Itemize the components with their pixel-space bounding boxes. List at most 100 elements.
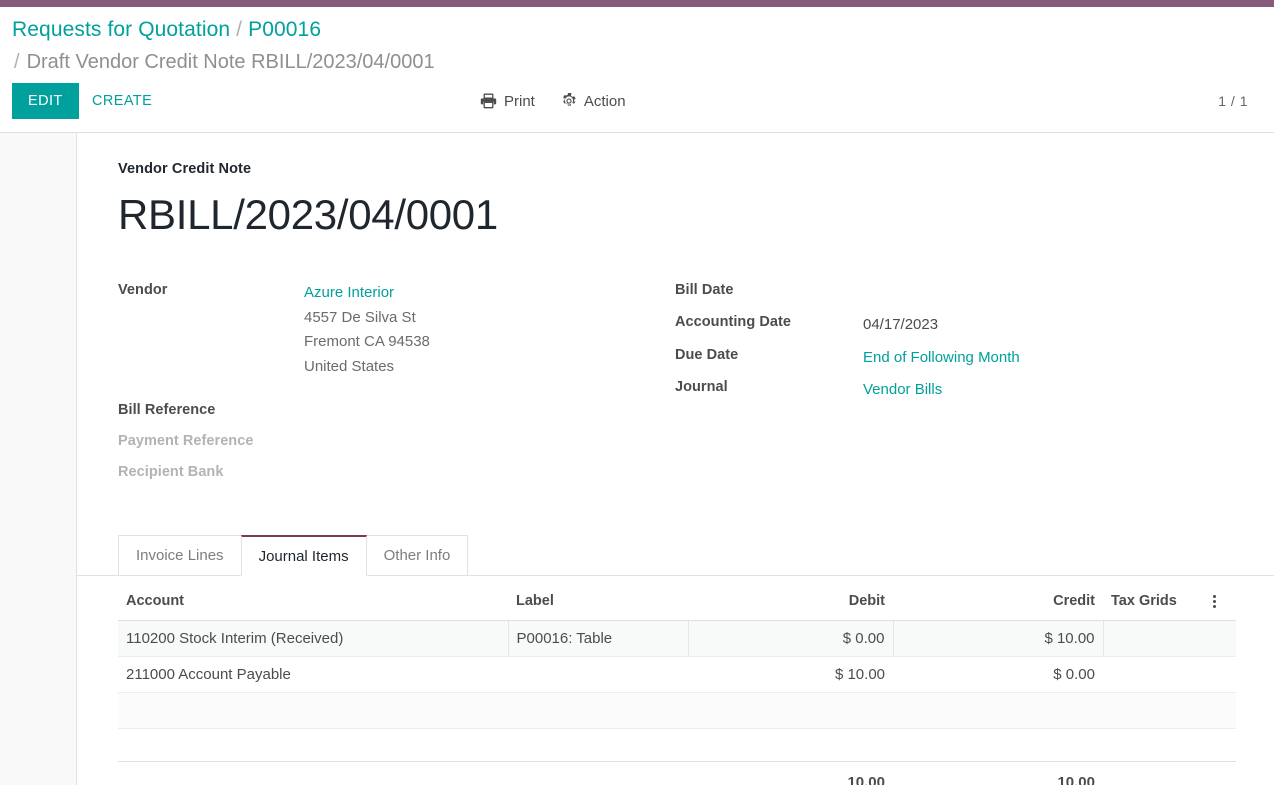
action-label: Action <box>584 93 626 110</box>
spacer-cell <box>118 729 508 762</box>
column-header-label[interactable]: Label <box>508 593 688 621</box>
cell-tax-grids[interactable] <box>1103 657 1213 693</box>
journal-items-table-head: Account Label Debit Credit Tax Grids <box>118 593 1236 621</box>
journal-link[interactable]: Vendor Bills <box>863 381 942 398</box>
table-row[interactable]: 211000 Account Payable $ 10.00 $ 0.00 <box>118 657 1236 693</box>
left-gutter <box>0 133 77 785</box>
breadcrumb-current-title: Draft Vendor Credit Note RBILL/2023/04/0… <box>27 51 435 73</box>
empty-cell-credit <box>893 693 1103 729</box>
spacer-cell <box>688 729 893 762</box>
spacer-cell <box>893 729 1103 762</box>
cell-credit[interactable]: $ 10.00 <box>893 621 1103 657</box>
breadcrumb-parent-link[interactable]: P00016 <box>248 18 321 41</box>
cell-label[interactable]: P00016: Table <box>508 621 688 657</box>
totals-cell-account <box>118 762 508 785</box>
record-pager[interactable]: 1 / 1 <box>1218 83 1248 119</box>
control-panel: EDIT CREATE Print Action 1 / 1 <box>0 83 1274 133</box>
breadcrumb-separator: / <box>236 18 242 41</box>
column-header-account[interactable]: Account <box>118 593 508 621</box>
edit-button[interactable]: EDIT <box>12 83 79 119</box>
totals-cell-label <box>508 762 688 785</box>
form-column-right: Bill Date Accounting Date 04/17/2023 Due… <box>675 281 1234 493</box>
column-header-tax-grids[interactable]: Tax Grids <box>1103 593 1213 621</box>
table-row[interactable]: 110200 Stock Interim (Received) P00016: … <box>118 621 1236 657</box>
notebook: Invoice Lines Journal Items Other Info A… <box>118 534 1234 785</box>
breadcrumb: Requests for Quotation / P00016 / Draft Ven… <box>0 7 1274 72</box>
empty-cell-tax-grids <box>1103 693 1213 729</box>
field-journal-label: Journal <box>675 378 863 395</box>
table-totals-row: 10.00 10.00 <box>118 762 1236 785</box>
table-header-row: Account Label Debit Credit Tax Grids <box>118 593 1236 621</box>
vendor-address-line-3: United States <box>304 355 430 380</box>
gear-icon <box>561 93 577 109</box>
empty-cell-label <box>508 693 688 729</box>
empty-cell-debit <box>688 693 893 729</box>
spacer-cell <box>1103 729 1213 762</box>
totals-debit: 10.00 <box>688 762 893 785</box>
empty-cell-account <box>118 693 508 729</box>
vendor-address-line-2: Fremont CA 94538 <box>304 330 430 355</box>
tab-invoice-lines[interactable]: Invoice Lines <box>118 535 242 576</box>
column-header-debit[interactable]: Debit <box>688 593 893 621</box>
field-accounting-date: Accounting Date 04/17/2023 <box>675 313 1234 338</box>
breadcrumb-separator-2: / <box>14 51 20 73</box>
field-bill-reference: Bill Reference <box>118 401 675 425</box>
field-bill-date-label: Bill Date <box>675 281 863 298</box>
table-row-spacer <box>118 729 1236 762</box>
control-panel-actions: Print Action <box>480 83 626 119</box>
empty-cell-options <box>1213 693 1236 729</box>
cell-debit[interactable]: $ 10.00 <box>688 657 893 693</box>
cell-row-options <box>1213 657 1236 693</box>
breadcrumb-root-link[interactable]: Requests for Quotation <box>12 18 230 41</box>
field-bill-reference-label: Bill Reference <box>118 401 304 418</box>
journal-items-table: Account Label Debit Credit Tax Grids 110… <box>118 593 1236 785</box>
spacer-cell <box>1213 729 1236 762</box>
action-menu-button[interactable]: Action <box>561 93 626 110</box>
field-payment-reference: Payment Reference <box>118 432 675 456</box>
field-accounting-date-label: Accounting Date <box>675 313 863 330</box>
cell-row-options <box>1213 621 1236 657</box>
cell-label[interactable] <box>508 657 688 693</box>
print-button[interactable]: Print <box>480 93 535 110</box>
document-type-label: Vendor Credit Note <box>118 161 1234 177</box>
field-due-date-value: End of Following Month <box>863 346 1020 371</box>
spacer-cell <box>508 729 688 762</box>
field-bill-date: Bill Date <box>675 281 1234 305</box>
field-accounting-date-value[interactable]: 04/17/2023 <box>863 313 938 338</box>
totals-credit: 10.00 <box>893 762 1103 785</box>
cell-credit[interactable]: $ 0.00 <box>893 657 1103 693</box>
optional-columns-header <box>1213 593 1236 621</box>
form-body: Vendor Credit Note RBILL/2023/04/0001 Ve… <box>0 133 1274 785</box>
breadcrumb-line-current: / Draft Vendor Credit Note RBILL/2023/04/… <box>12 52 1274 72</box>
field-due-date: Due Date End of Following Month <box>675 346 1234 371</box>
vendor-address-line-1: 4557 De Silva St <box>304 306 430 331</box>
odoo-brand-bar <box>0 0 1274 7</box>
field-vendor-value: Azure Interior 4557 De Silva St Fremont … <box>304 281 430 379</box>
field-journal: Journal Vendor Bills <box>675 378 1234 403</box>
tab-other-info[interactable]: Other Info <box>366 535 469 576</box>
column-header-credit[interactable]: Credit <box>893 593 1103 621</box>
print-label: Print <box>504 93 535 110</box>
printer-icon <box>480 93 497 109</box>
due-date-link[interactable]: End of Following Month <box>863 349 1020 366</box>
journal-items-table-body: 110200 Stock Interim (Received) P00016: … <box>118 621 1236 785</box>
create-button[interactable]: CREATE <box>80 83 164 119</box>
vendor-link[interactable]: Azure Interior <box>304 284 394 301</box>
cell-tax-grids[interactable] <box>1103 621 1213 657</box>
vertical-dots-icon[interactable] <box>1213 595 1216 608</box>
totals-cell-tax-grids <box>1103 762 1213 785</box>
field-recipient-bank-label: Recipient Bank <box>118 463 304 480</box>
cell-account[interactable]: 110200 Stock Interim (Received) <box>118 621 508 657</box>
cell-account[interactable]: 211000 Account Payable <box>118 657 508 693</box>
document-number: RBILL/2023/04/0001 <box>118 193 1234 237</box>
tab-journal-items[interactable]: Journal Items <box>241 535 367 576</box>
form-field-grid: Vendor Azure Interior 4557 De Silva St F… <box>118 281 1234 493</box>
field-vendor: Vendor Azure Interior 4557 De Silva St F… <box>118 281 675 379</box>
field-journal-value: Vendor Bills <box>863 378 942 403</box>
record-sheet: Vendor Credit Note RBILL/2023/04/0001 Ve… <box>77 133 1274 785</box>
field-payment-reference-label: Payment Reference <box>118 432 304 449</box>
table-row-empty[interactable] <box>118 693 1236 729</box>
breadcrumb-line-primary: Requests for Quotation / P00016 <box>12 19 1274 40</box>
notebook-tab-strip: Invoice Lines Journal Items Other Info <box>118 534 1234 576</box>
cell-debit[interactable]: $ 0.00 <box>688 621 893 657</box>
